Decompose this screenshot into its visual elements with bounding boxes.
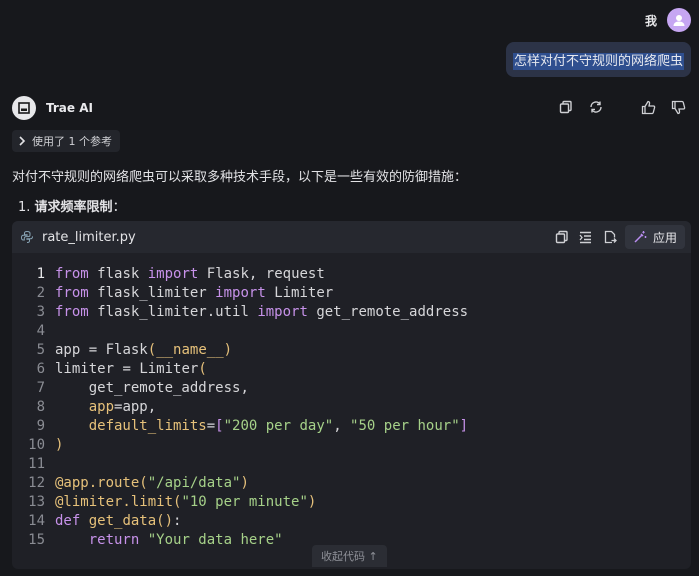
insert-file-icon[interactable] bbox=[601, 228, 619, 246]
code-block: rate_limiter.py 应用 1 from flask import Fl… bbox=[12, 221, 691, 569]
thumbs-down-icon[interactable] bbox=[669, 98, 687, 116]
insert-terminal-icon[interactable] bbox=[577, 228, 595, 246]
references-label: 使用了 1 个参考 bbox=[32, 135, 112, 148]
code-line: 10) bbox=[12, 436, 691, 455]
line-number: 13 bbox=[28, 494, 45, 510]
copy-code-icon[interactable] bbox=[553, 228, 571, 246]
code-line: 12 @app.route("/api/data") bbox=[12, 474, 691, 493]
line-number: 5 bbox=[36, 342, 45, 358]
user-avatar[interactable] bbox=[667, 8, 691, 32]
code-line: 4 bbox=[12, 322, 691, 341]
apply-label: 应用 bbox=[652, 230, 677, 245]
copy-icon[interactable] bbox=[557, 98, 575, 116]
code-line: 9 default_limits =["200 per day", "50 per… bbox=[12, 417, 691, 436]
list-item-colon: ： bbox=[112, 200, 126, 215]
assistant-header: Trae AI bbox=[12, 96, 93, 120]
line-number: 6 bbox=[36, 361, 45, 377]
line-number: 7 bbox=[36, 380, 45, 396]
python-file-icon bbox=[20, 230, 33, 243]
line-number: 14 bbox=[28, 513, 45, 529]
code-filename: rate_limiter.py bbox=[42, 229, 136, 245]
references-toggle[interactable]: 使用了 1 个参考 bbox=[12, 130, 120, 152]
line-number: 1 bbox=[36, 266, 45, 282]
code-line: 8 app =app, bbox=[12, 398, 691, 417]
user-icon bbox=[673, 15, 685, 26]
list-item-title: 请求频率限制 bbox=[34, 200, 113, 215]
line-number: 3 bbox=[36, 304, 45, 320]
line-number: 2 bbox=[36, 285, 45, 301]
assistant-actions bbox=[557, 98, 687, 116]
code-line: 11 bbox=[12, 455, 691, 474]
line-number: 12 bbox=[28, 475, 45, 491]
code-line: 5 app = Flask(__name__) bbox=[12, 341, 691, 360]
chevron-right-icon bbox=[19, 136, 26, 146]
collapse-code-button[interactable]: 收起代码 ↑ bbox=[312, 545, 387, 567]
line-number: 11 bbox=[28, 456, 45, 472]
code-line: 13 @limiter.limit("10 per minute") bbox=[12, 493, 691, 512]
line-number: 4 bbox=[36, 323, 45, 339]
line-number: 10 bbox=[28, 437, 45, 453]
apply-button[interactable]: 应用 bbox=[624, 225, 685, 249]
code-block-header: rate_limiter.py 应用 bbox=[12, 221, 691, 253]
code-line: 3 from flask_limiter.util import get_remo… bbox=[12, 303, 691, 322]
trae-logo-icon bbox=[12, 96, 36, 120]
list-item-1: 1. 请求频率限制： bbox=[18, 196, 126, 215]
code-line: 1 from flask import Flask, request bbox=[12, 265, 691, 284]
user-message-bubble: 怎样对付不守规则的网络爬虫 bbox=[505, 42, 691, 77]
code-body: 1 from flask import Flask, request 2 from … bbox=[12, 253, 691, 550]
list-item-number: 1. bbox=[18, 200, 31, 215]
user-row: 我 bbox=[645, 8, 691, 32]
assistant-name: Trae AI bbox=[46, 101, 93, 115]
thumbs-up-icon[interactable] bbox=[639, 98, 657, 116]
user-name: 我 bbox=[644, 13, 657, 28]
line-number: 9 bbox=[36, 418, 45, 434]
code-line: 7 get_remote_address, bbox=[12, 379, 691, 398]
code-line: 14 def get_data(): bbox=[12, 512, 691, 531]
code-line: 2 from flask_limiter import Limiter bbox=[12, 284, 691, 303]
magic-wand-icon bbox=[634, 231, 647, 243]
user-message-text: 怎样对付不守规则的网络爬虫 bbox=[512, 53, 684, 70]
line-number: 8 bbox=[36, 399, 45, 415]
assistant-intro-text: 对付不守规则的网络爬虫可以采取多种技术手段，以下是一些有效的防御措施： bbox=[12, 170, 468, 185]
code-line: 6 limiter = Limiter( bbox=[12, 360, 691, 379]
regenerate-icon[interactable] bbox=[587, 98, 605, 116]
line-number: 15 bbox=[28, 532, 45, 548]
